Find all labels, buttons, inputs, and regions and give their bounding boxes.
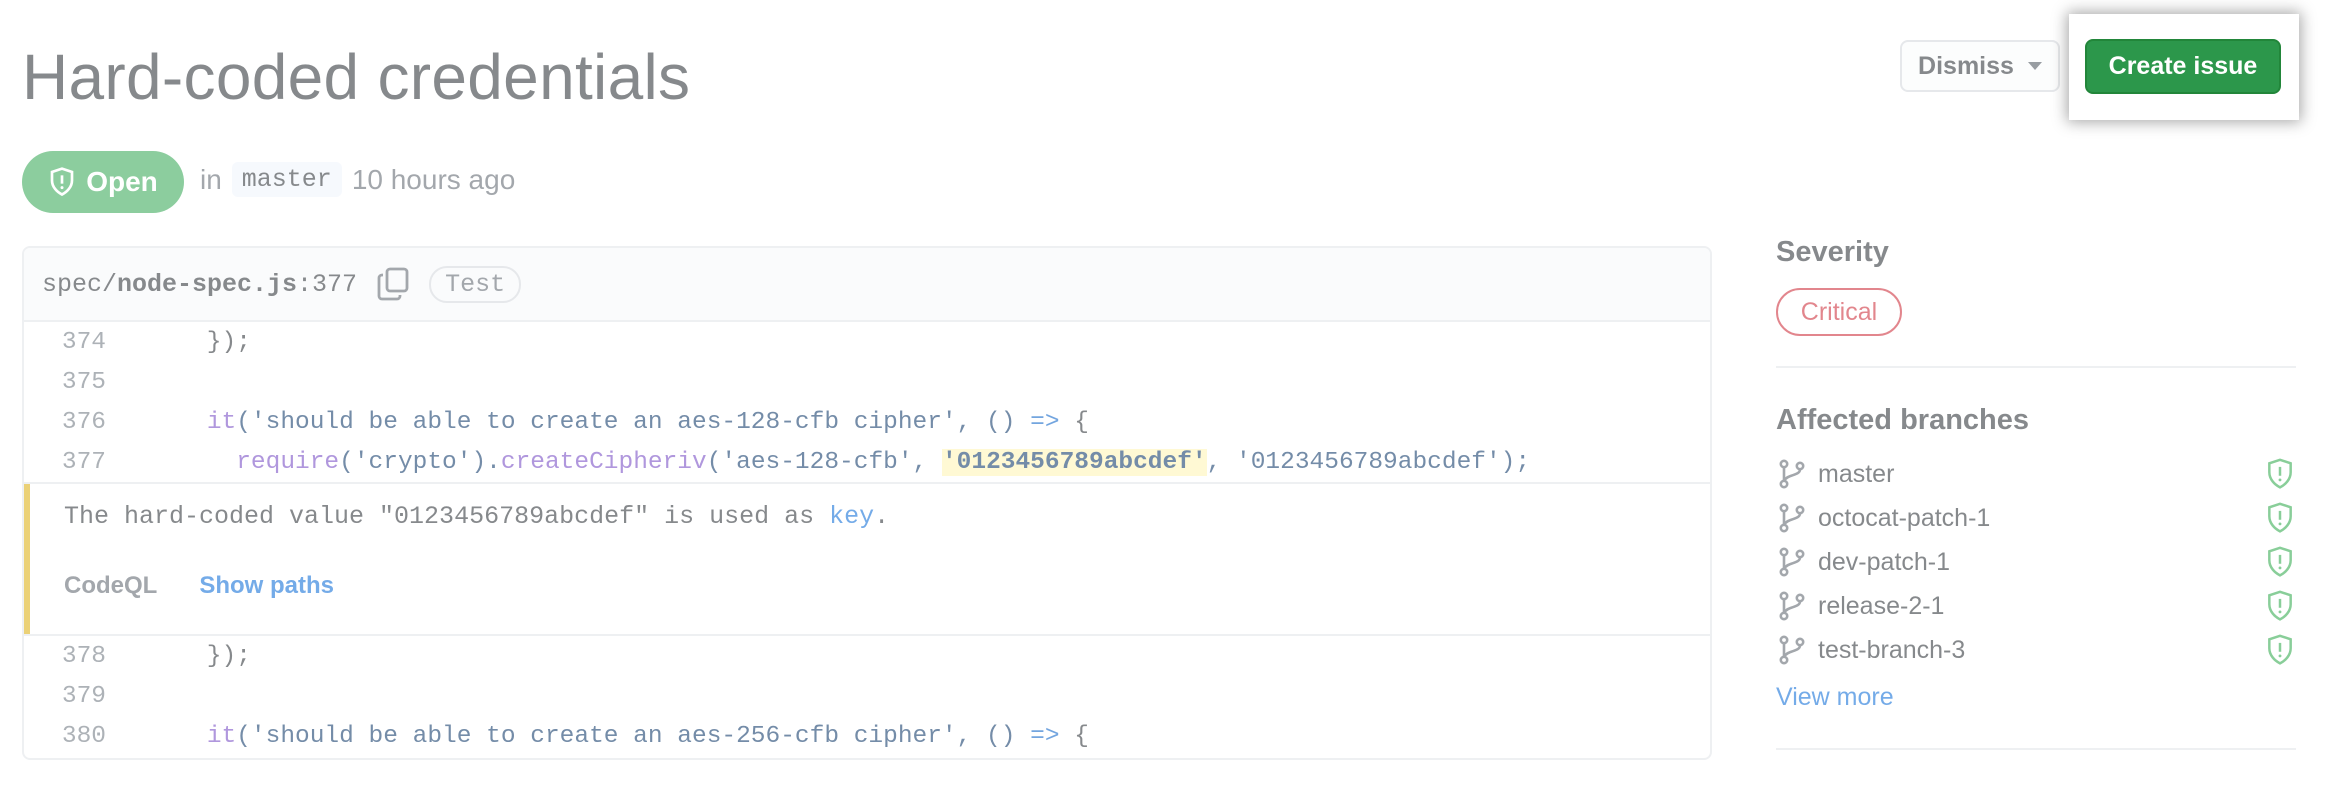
- branch-row[interactable]: octocat-patch-1: [1776, 498, 2296, 538]
- alert-message: The hard-coded value "0123456789abcdef" …: [64, 502, 890, 531]
- code-file-header: spec/node-spec.js:377 Test: [24, 248, 1710, 322]
- shield-check-icon: [2268, 634, 2292, 665]
- highlighted-value: '0123456789abcdef': [941, 448, 1207, 476]
- page-title: Hard-coded credentials: [22, 41, 691, 113]
- line-number: 379: [61, 682, 106, 710]
- show-paths-link[interactable]: Show paths: [199, 572, 334, 600]
- line-number: 374: [61, 328, 106, 356]
- branch-name: test-branch-3: [1818, 635, 1966, 664]
- status-meta: in master 10 hours ago: [200, 162, 515, 197]
- line-code: require('crypto').createCipheriv('aes-12…: [236, 448, 1531, 476]
- caret-down-icon: [2027, 62, 2042, 70]
- create-issue-button[interactable]: Create issue: [2085, 39, 2281, 94]
- line-code: });: [148, 642, 251, 670]
- code-lines-before: 374 }); 375 376 it('should be able to cr…: [24, 322, 1710, 482]
- code-line: 377 require('crypto').createCipheriv('ae…: [24, 442, 1710, 482]
- test-label: Test: [429, 265, 522, 303]
- in-label: in: [200, 163, 222, 195]
- code-line: 376 it('should be able to create an aes-…: [24, 402, 1710, 442]
- shield-check-icon: [2268, 458, 2292, 489]
- line-code: it('should be able to create an aes-128-…: [206, 408, 1089, 436]
- copy-icon[interactable]: [377, 267, 409, 301]
- line-number: 375: [61, 368, 106, 396]
- code-line: 380 it('should be able to create an aes-…: [24, 716, 1710, 756]
- sidebar-divider: [1776, 366, 2296, 368]
- affected-branches-heading: Affected branches: [1776, 404, 2030, 436]
- branch-chip: master: [231, 162, 342, 197]
- shield-check-icon: [2268, 546, 2292, 577]
- branch-name: octocat-patch-1: [1818, 503, 1991, 532]
- branch-name: dev-patch-1: [1818, 547, 1951, 576]
- code-lines-after: 378 }); 379 380 it('should be able to cr…: [24, 636, 1710, 756]
- code-line: 379: [24, 676, 1710, 716]
- dismiss-button[interactable]: Dismiss: [1900, 40, 2060, 92]
- key-link[interactable]: key: [829, 502, 874, 531]
- branch-row[interactable]: master: [1776, 454, 2296, 494]
- line-number: 378: [61, 642, 106, 670]
- branch-row[interactable]: test-branch-3: [1776, 630, 2296, 670]
- shield-check-icon: [2268, 590, 2292, 621]
- line-number: 376: [61, 408, 106, 436]
- tool-name: CodeQL: [64, 572, 158, 599]
- severity-badge: Critical: [1776, 288, 1902, 336]
- alert-footer: CodeQL Show paths: [64, 572, 334, 600]
- line-code: it('should be able to create an aes-256-…: [206, 722, 1089, 750]
- line-number: 377: [61, 448, 106, 476]
- git-branch-icon: [1779, 635, 1805, 665]
- branch-row[interactable]: dev-patch-1: [1776, 542, 2296, 582]
- git-branch-icon: [1779, 503, 1805, 533]
- alert-severity-bar: [24, 484, 30, 634]
- create-issue-highlight: Create issue: [2069, 14, 2299, 120]
- status-badge-open: Open: [22, 151, 184, 213]
- timestamp: 10 hours ago: [351, 163, 516, 195]
- line-number: 380: [61, 722, 106, 750]
- shield-icon: [50, 167, 74, 196]
- alert-message-box: The hard-coded value "0123456789abcdef" …: [24, 482, 1710, 636]
- shield-check-icon: [2268, 502, 2292, 533]
- status-label: Open: [86, 166, 158, 197]
- code-line: 378 });: [24, 636, 1710, 676]
- git-branch-icon: [1779, 547, 1805, 577]
- line-code: });: [148, 328, 251, 356]
- file-path[interactable]: spec/node-spec.js:377: [42, 270, 357, 299]
- git-branch-icon: [1779, 459, 1805, 489]
- branch-row[interactable]: release-2-1: [1776, 586, 2296, 626]
- dismiss-label: Dismiss: [1918, 51, 2014, 80]
- code-line: 374 });: [24, 322, 1710, 362]
- view-more-link[interactable]: View more: [1776, 683, 1894, 712]
- code-panel: spec/node-spec.js:377 Test 374 }); 375 3…: [22, 246, 1712, 760]
- sidebar-divider: [1776, 748, 2296, 750]
- severity-heading: Severity: [1776, 236, 1889, 268]
- code-line: 375: [24, 362, 1710, 402]
- branch-name: master: [1818, 459, 1895, 488]
- git-branch-icon: [1779, 591, 1805, 621]
- branch-name: release-2-1: [1818, 591, 1945, 620]
